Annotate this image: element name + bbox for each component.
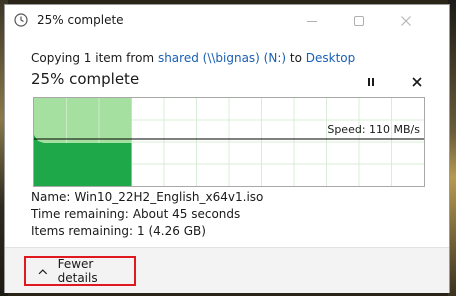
source-link[interactable]: shared (\\bignas) (N:) (158, 51, 286, 65)
window-title: 25% complete (37, 13, 124, 27)
copy-prefix: Copying 1 item from (31, 51, 158, 65)
fewer-details-button[interactable]: Fewer details (24, 256, 136, 286)
name-row: Name: Win10_22H2_English_x64v1.iso (31, 189, 263, 206)
dialog-footer: Fewer details (5, 247, 449, 293)
minimize-button[interactable] (289, 5, 335, 37)
cancel-button[interactable] (406, 71, 428, 93)
title-bar[interactable]: 25% complete (5, 5, 449, 37)
pause-icon (368, 78, 374, 86)
dialog-body: Copying 1 item from shared (\\bignas) (N… (5, 37, 449, 247)
minimize-icon (307, 21, 317, 22)
progress-heading: 25% complete (31, 70, 140, 88)
maximize-icon (354, 16, 364, 26)
copy-progress-dialog: 25% complete Copying 1 item from shared … (4, 4, 450, 293)
name-value: Win10_22H2_English_x64v1.iso (74, 190, 264, 204)
time-remaining-value: About 45 seconds (132, 207, 241, 221)
close-button[interactable] (383, 5, 429, 37)
copy-description: Copying 1 item from shared (\\bignas) (N… (31, 51, 355, 65)
cancel-icon (412, 77, 422, 87)
maximize-button[interactable] (336, 5, 382, 37)
items-remaining-row: Items remaining: 1 (4.26 GB) (31, 223, 263, 240)
fewer-details-label: Fewer details (57, 257, 98, 285)
time-remaining-label: Time remaining: (31, 207, 129, 221)
items-remaining-label: Items remaining: (31, 224, 134, 238)
items-remaining-value: 1 (4.26 GB) (137, 224, 206, 238)
transfer-details: Name: Win10_22H2_English_x64v1.iso Time r… (31, 189, 263, 240)
clock-icon (14, 13, 28, 27)
speed-graph-canvas (34, 98, 424, 186)
copy-middle: to (286, 51, 306, 65)
speed-label: Speed: 110 MB/s (327, 123, 420, 136)
close-icon (401, 16, 411, 26)
chevron-up-icon (38, 268, 48, 274)
destination-link[interactable]: Desktop (306, 51, 356, 65)
time-remaining-row: Time remaining: About 45 seconds (31, 206, 263, 223)
name-label: Name: (31, 190, 71, 204)
pause-button[interactable] (360, 71, 382, 93)
transfer-speed-graph: Speed: 110 MB/s (33, 97, 425, 187)
